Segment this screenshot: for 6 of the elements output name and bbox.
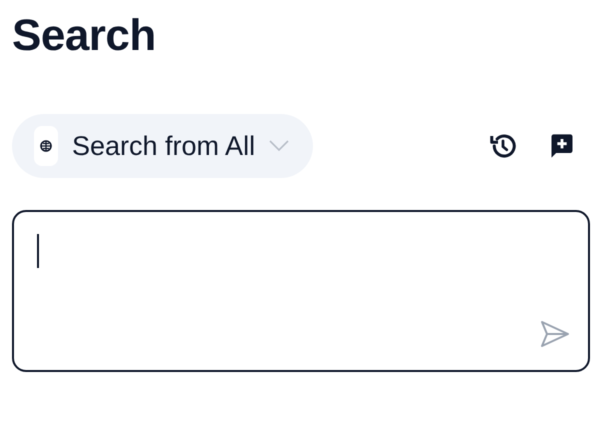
page-title: Search [12, 10, 157, 62]
send-icon[interactable] [540, 320, 570, 348]
chevron-down-icon [269, 140, 290, 152]
query-input[interactable] [12, 210, 590, 372]
source-dropdown[interactable]: Search from All [12, 114, 314, 178]
globe-icon [40, 140, 52, 152]
